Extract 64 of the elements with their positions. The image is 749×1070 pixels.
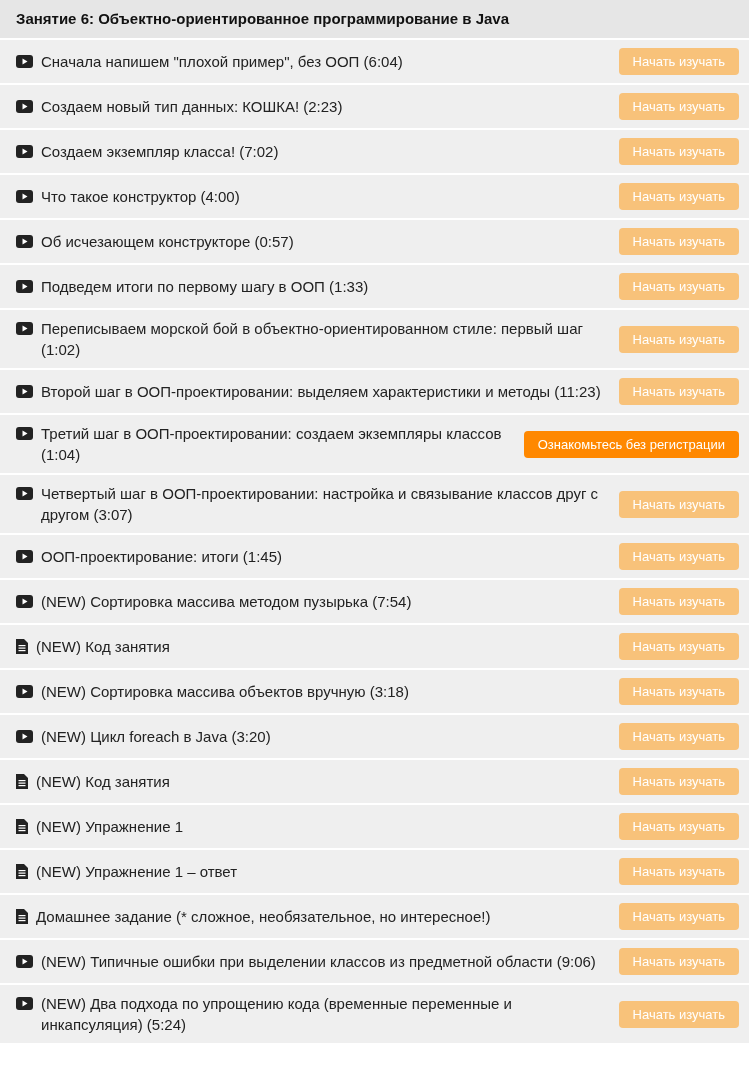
document-icon xyxy=(16,909,28,924)
lesson-title: ООП-проектирование: итоги (1:45) xyxy=(41,547,284,567)
play-icon xyxy=(16,487,33,500)
play-icon xyxy=(16,955,33,968)
start-button[interactable]: Начать изучать xyxy=(618,678,739,705)
play-icon xyxy=(16,730,33,743)
start-button[interactable]: Ознакомьтесь без регистрации xyxy=(523,430,739,458)
play-icon xyxy=(16,427,33,440)
play-icon xyxy=(16,550,33,563)
lesson-title: Домашнее задание (* сложное, необязательное, но интересное!) xyxy=(36,907,492,927)
lesson-title: Создаем экземпляр класса! (7:02) xyxy=(41,142,280,162)
start-button[interactable]: Начать изучать xyxy=(618,228,739,255)
lesson-title: Второй шаг в ООП-проектировании: выделяем характеристики и методы (11:23) xyxy=(41,382,602,402)
lesson-title: (NEW) Упражнение 1 xyxy=(36,817,184,837)
lesson-title: (NEW) Упражнение 1 – ответ xyxy=(36,862,239,882)
start-button[interactable]: Начать изучать xyxy=(618,490,739,518)
start-button[interactable]: Начать изучать xyxy=(618,48,739,75)
play-icon xyxy=(16,55,33,68)
lesson-title: (NEW) Два подхода по упрощению кода (временные переменные и инкапсуляция) (5:24) xyxy=(41,994,513,1035)
document-icon xyxy=(16,639,28,654)
play-icon xyxy=(16,685,33,698)
start-button[interactable]: Начать изучать xyxy=(618,378,739,405)
start-button[interactable]: Начать изучать xyxy=(618,768,739,795)
play-icon xyxy=(16,595,33,608)
play-icon xyxy=(16,322,33,335)
play-icon xyxy=(16,385,33,398)
lesson-title: Переписываем морской бой в объектно-ориентированном стиле: первый шаг (1:02) xyxy=(41,319,584,360)
lesson-title: Что такое конструктор (4:00) xyxy=(41,187,241,207)
lesson-title: (NEW) Сортировка массива методом пузырька (7:54) xyxy=(41,592,413,612)
play-icon xyxy=(16,280,33,293)
lesson-title: Создаем новый тип данных: КОШКА! (2:23) xyxy=(41,97,344,117)
start-button[interactable]: Начать изучать xyxy=(618,858,739,885)
lesson-title: Третий шаг в ООП-проектировании: создаем экземпляры классов (1:04) xyxy=(41,424,503,465)
start-button[interactable]: Начать изучать xyxy=(618,273,739,300)
lesson-title: (NEW) Типичные ошибки при выделении классов из предметной области (9:06) xyxy=(41,952,597,972)
lesson-title: Четвертый шаг в ООП-проектировании: настройка и связывание классов друг с другом (3:07) xyxy=(41,484,600,525)
play-icon xyxy=(16,235,33,248)
play-icon xyxy=(16,190,33,203)
lesson-title: (NEW) Сортировка массива объектов вручную (3:18) xyxy=(41,682,410,702)
start-button[interactable]: Начать изучать xyxy=(618,723,739,750)
lesson-title: Об исчезающем конструкторе (0:57) xyxy=(41,232,295,252)
play-icon xyxy=(16,997,33,1010)
start-button[interactable]: Начать изучать xyxy=(618,813,739,840)
start-button[interactable]: Начать изучать xyxy=(618,325,739,353)
document-icon xyxy=(16,774,28,789)
document-icon xyxy=(16,819,28,834)
start-button[interactable]: Начать изучать xyxy=(618,93,739,120)
start-button[interactable]: Начать изучать xyxy=(618,1000,739,1028)
start-button[interactable]: Начать изучать xyxy=(618,588,739,615)
start-button[interactable]: Начать изучать xyxy=(618,543,739,570)
start-button[interactable]: Начать изучать xyxy=(618,948,739,975)
lesson-title: (NEW) Код занятия xyxy=(36,637,171,657)
lesson-title: (NEW) Код занятия xyxy=(36,772,171,792)
start-button[interactable]: Начать изучать xyxy=(618,183,739,210)
section-title: Занятие 6: Объектно-ориентированное программирование в Java xyxy=(16,10,509,27)
start-button[interactable]: Начать изучать xyxy=(618,138,739,165)
lesson-title: Сначала напишем "плохой пример", без ООП (6:04) xyxy=(41,52,404,72)
lesson-title: (NEW) Цикл foreach в Java (3:20) xyxy=(41,727,272,747)
play-icon xyxy=(16,145,33,158)
play-icon xyxy=(16,100,33,113)
document-icon xyxy=(16,864,28,879)
lesson-title: Подведем итоги по первому шагу в ООП (1:33) xyxy=(41,277,370,297)
start-button[interactable]: Начать изучать xyxy=(618,903,739,930)
start-button[interactable]: Начать изучать xyxy=(618,633,739,660)
